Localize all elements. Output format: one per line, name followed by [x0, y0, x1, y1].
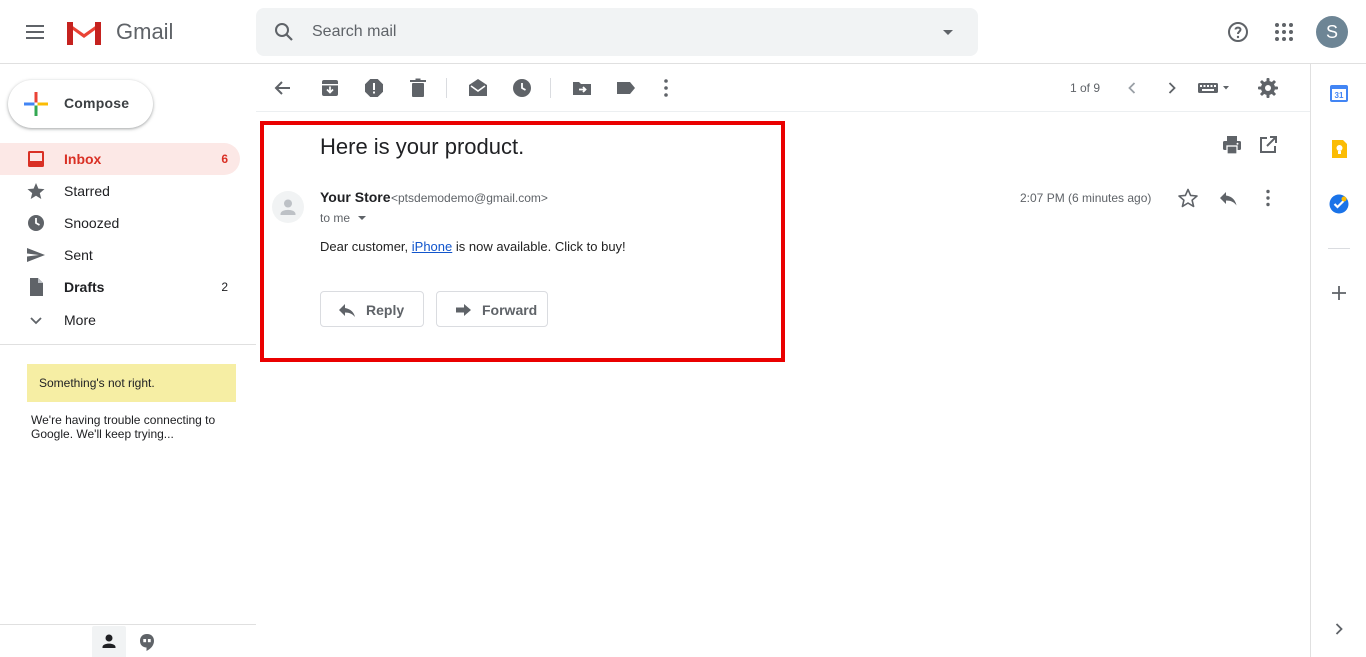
compose-label: Compose — [64, 95, 130, 111]
open-in-new-window-icon[interactable] — [1257, 134, 1279, 156]
message-toolbar: 1 of 9 — [256, 64, 1310, 112]
contacts-tab[interactable] — [92, 626, 126, 657]
delete-trash-icon[interactable] — [406, 76, 430, 100]
sidebar-item-drafts[interactable]: Drafts 2 — [0, 271, 240, 303]
sender-email: <ptsdemodemo@gmail.com> — [391, 191, 548, 205]
google-calendar-icon[interactable]: 31 — [1328, 82, 1350, 104]
svg-text:31: 31 — [1335, 91, 1344, 100]
draft-count: 2 — [221, 280, 228, 294]
sender-name: Your Store — [320, 189, 391, 205]
side-panel-separator — [1328, 248, 1350, 249]
warning-message: We're having trouble connecting to Googl… — [31, 413, 216, 441]
sidebar-item-label: Sent — [64, 247, 93, 263]
search-options-dropdown-icon[interactable] — [938, 22, 958, 42]
sidebar-item-label: Starred — [64, 183, 110, 199]
body-text-suffix: is now available. Click to buy! — [452, 239, 626, 254]
reply-arrow-icon[interactable] — [1217, 187, 1239, 209]
default-person-icon — [280, 199, 296, 215]
top-header: Gmail S — [0, 0, 1366, 64]
show-details-dropdown-icon[interactable] — [357, 213, 367, 223]
main-menu-icon[interactable] — [22, 20, 50, 44]
newer-chevron-left-icon[interactable] — [1120, 76, 1144, 100]
account-avatar[interactable]: S — [1316, 16, 1348, 48]
person-icon — [102, 634, 116, 648]
toolbar-divider — [550, 78, 551, 98]
sidebar-item-inbox[interactable]: Inbox 6 — [0, 143, 240, 175]
inbox-icon — [26, 149, 46, 169]
body-text-prefix: Dear customer, — [320, 239, 412, 254]
apps-grid-icon[interactable] — [1272, 20, 1296, 44]
warning-title: Something's not right. — [39, 376, 155, 390]
report-spam-icon[interactable] — [362, 76, 386, 100]
search-bar — [256, 8, 978, 56]
nav-divider — [0, 344, 256, 345]
side-panel-divider — [1310, 64, 1311, 657]
sidebar-item-starred[interactable]: Starred — [0, 175, 240, 207]
expand-side-panel-chevron-icon[interactable] — [1328, 618, 1350, 640]
reply-button[interactable]: Reply — [320, 291, 424, 327]
draft-icon — [26, 277, 46, 297]
help-icon[interactable] — [1226, 20, 1250, 44]
mark-as-unread-icon[interactable] — [466, 76, 490, 100]
settings-gear-icon[interactable] — [1256, 76, 1280, 100]
product-name: Gmail — [116, 19, 174, 44]
back-arrow-icon[interactable] — [271, 76, 295, 100]
google-keep-icon[interactable] — [1328, 138, 1350, 160]
iphone-product-link[interactable]: iPhone — [412, 239, 452, 254]
label-tag-icon[interactable] — [614, 76, 638, 100]
snooze-clock-icon[interactable] — [510, 76, 534, 100]
sidebar-item-label: Inbox — [64, 151, 102, 167]
forward-button[interactable]: Forward — [436, 291, 548, 327]
message-timestamp: 2:07 PM (6 minutes ago) — [1020, 191, 1152, 205]
compose-plus-icon — [24, 92, 48, 116]
compose-button[interactable]: Compose — [8, 80, 153, 128]
sidebar-item-sent[interactable]: Sent — [0, 239, 240, 271]
reply-arrow-icon — [337, 300, 357, 320]
star-icon — [26, 181, 46, 201]
send-icon — [26, 245, 46, 265]
sidebar-item-snoozed[interactable]: Snoozed — [0, 207, 240, 239]
message-subject: Here is your product. — [320, 134, 525, 159]
archive-icon[interactable] — [318, 76, 342, 100]
input-tools-keyboard-icon[interactable] — [1196, 76, 1234, 100]
hangouts-icon — [140, 634, 154, 651]
older-chevron-right-icon[interactable] — [1160, 76, 1184, 100]
search-icon[interactable] — [272, 20, 296, 44]
recipient-summary: to me — [320, 211, 351, 225]
bottom-divider — [0, 624, 256, 625]
unread-count: 6 — [221, 152, 228, 166]
sidebar-item-label: More — [64, 312, 96, 328]
pagination-count: 1 of 9 — [1070, 81, 1101, 95]
toolbar-divider — [446, 78, 447, 98]
forward-label: Forward — [482, 302, 538, 318]
message-more-vertical-icon[interactable] — [1257, 187, 1279, 209]
sidebar-item-more[interactable]: More — [0, 304, 240, 336]
star-outline-icon[interactable] — [1177, 187, 1199, 209]
gmail-logo-icon[interactable] — [64, 16, 104, 48]
forward-arrow-icon — [453, 300, 473, 320]
reply-label: Reply — [366, 302, 405, 318]
clock-icon — [26, 213, 46, 233]
move-to-folder-icon[interactable] — [570, 76, 594, 100]
print-icon[interactable] — [1221, 134, 1243, 156]
sidebar-item-label: Snoozed — [64, 215, 120, 231]
get-addons-plus-icon[interactable] — [1328, 282, 1350, 304]
google-tasks-icon[interactable] — [1328, 193, 1350, 215]
hangouts-tab[interactable] — [134, 628, 160, 656]
search-input[interactable] — [312, 18, 912, 46]
sender-avatar — [272, 191, 304, 223]
message-body: Dear customer, iPhone is now available. … — [320, 239, 626, 254]
connection-warning-banner: Something's not right. — [27, 364, 236, 402]
more-options-vertical-icon[interactable] — [654, 76, 678, 100]
sidebar-item-label: Drafts — [64, 279, 105, 295]
chevron-down-icon — [26, 310, 46, 330]
